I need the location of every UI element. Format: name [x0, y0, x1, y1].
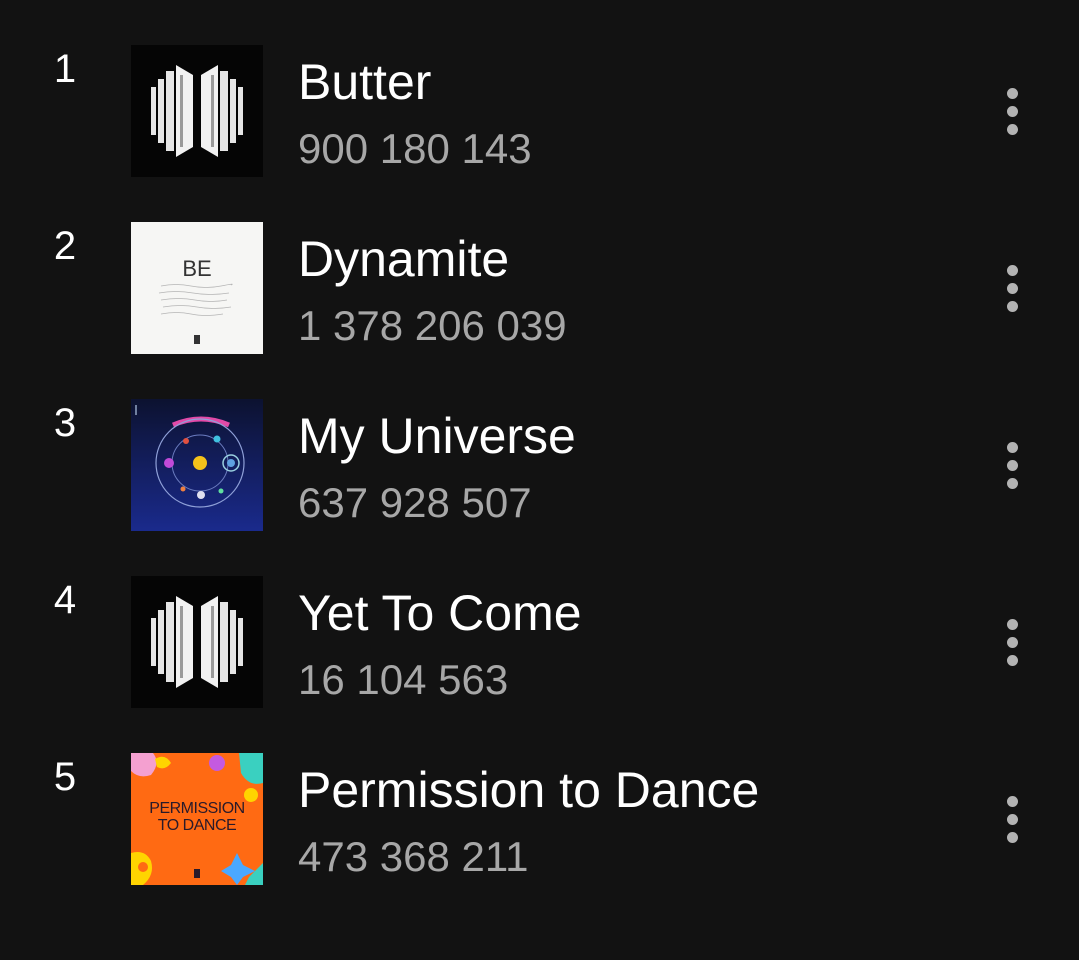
track-title[interactable]: My Universe [298, 406, 576, 466]
play-count: 900 180 143 [298, 125, 532, 172]
play-count: 637 928 507 [298, 479, 532, 526]
album-art-proof [131, 45, 263, 177]
album-art-music-of-the-spheres [131, 399, 263, 531]
svg-text:BE: BE [182, 256, 211, 281]
more-options-icon[interactable] [990, 78, 1036, 144]
album-art-proof [131, 576, 263, 708]
track-row[interactable]: 4 Yet To Come 16 104 563 [0, 531, 1079, 708]
more-options-icon[interactable] [990, 609, 1036, 675]
more-options-icon[interactable] [990, 255, 1036, 321]
track-row[interactable]: 3 My Universe 637 928 507 [0, 354, 1079, 531]
track-title[interactable]: Permission to Dance [298, 760, 759, 820]
track-rank: 2 [53, 224, 77, 268]
play-count: 473 368 211 [298, 833, 529, 880]
svg-text:TO DANCE: TO DANCE [158, 817, 236, 834]
track-row[interactable]: 5 PERMISSION TO DANCE Permission to Danc… [0, 708, 1079, 885]
track-row[interactable]: 2 BE Dynamite 1 378 206 039 [0, 177, 1079, 354]
more-options-icon[interactable] [990, 432, 1036, 498]
album-art-be: BE [131, 222, 263, 354]
track-list: 1 Butter 900 180 143 2 BE Dynamite 1 378… [0, 0, 1079, 960]
play-count: 16 104 563 [298, 656, 509, 703]
album-art-permission-to-dance: PERMISSION TO DANCE [131, 753, 263, 885]
more-options-icon[interactable] [990, 786, 1036, 852]
track-rank: 3 [53, 401, 77, 445]
track-rank: 4 [53, 578, 77, 622]
svg-text:PERMISSION: PERMISSION [149, 800, 244, 817]
track-rank: 1 [53, 47, 77, 91]
play-count: 1 378 206 039 [298, 302, 567, 349]
track-title[interactable]: Butter [298, 52, 431, 112]
track-row[interactable]: 1 Butter 900 180 143 [0, 0, 1079, 177]
track-rank: 5 [53, 755, 77, 799]
track-title[interactable]: Yet To Come [298, 583, 582, 643]
track-title[interactable]: Dynamite [298, 229, 509, 289]
